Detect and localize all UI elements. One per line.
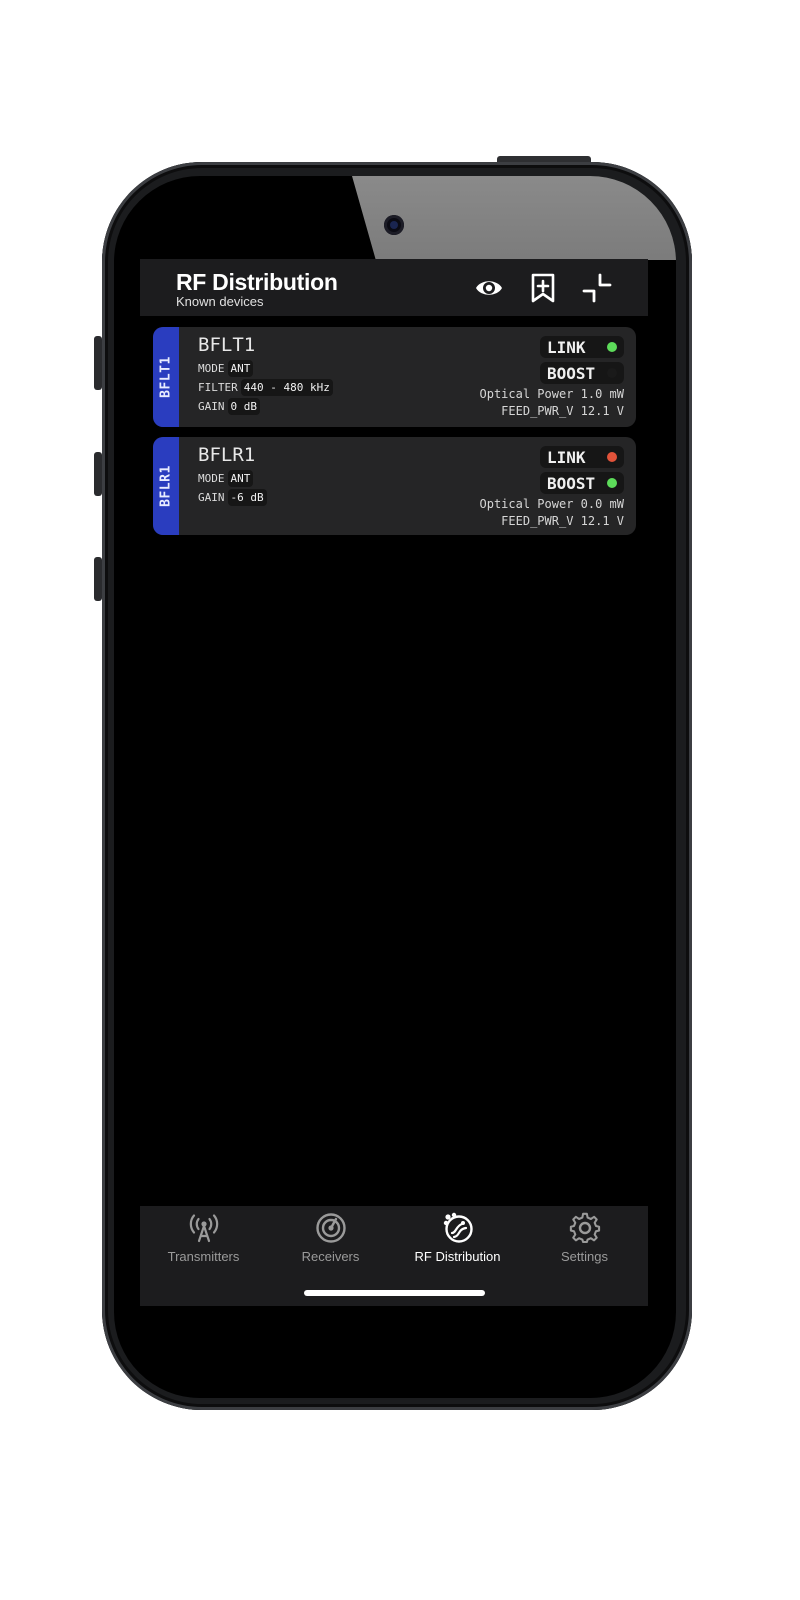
prop-mode: MODE ANT bbox=[198, 360, 254, 377]
prop-mode: MODE ANT bbox=[198, 470, 254, 487]
tab-receivers[interactable]: Receivers bbox=[267, 1212, 394, 1264]
link-label: LINK bbox=[547, 448, 586, 467]
receiver-icon bbox=[315, 1213, 346, 1243]
camera-icon bbox=[384, 215, 404, 235]
prop-filter: FILTER 440 - 480 kHz bbox=[198, 379, 333, 396]
bookmark-add-icon[interactable] bbox=[528, 273, 558, 303]
prop-key: FILTER bbox=[198, 381, 238, 394]
device-tab-label: BFLT1 bbox=[158, 356, 174, 398]
prop-gain: GAIN -6 dB bbox=[198, 489, 267, 506]
rf-distribution-icon bbox=[443, 1212, 473, 1243]
optical-power: Optical Power 1.0 mW bbox=[479, 387, 625, 401]
tab-settings[interactable]: Settings bbox=[521, 1212, 648, 1264]
device-tab: BFLR1 bbox=[153, 437, 179, 535]
link-status-led bbox=[607, 452, 617, 462]
boost-label: BOOST bbox=[547, 364, 596, 383]
home-indicator[interactable] bbox=[304, 1290, 485, 1296]
feed-power-voltage: FEED_PWR_V 12.1 V bbox=[501, 404, 624, 418]
page-subtitle: Known devices bbox=[176, 294, 264, 309]
antenna-icon bbox=[189, 1214, 218, 1243]
link-status-led bbox=[607, 342, 617, 352]
tab-label: Receivers bbox=[301, 1249, 360, 1264]
prop-key: GAIN bbox=[198, 400, 225, 413]
boost-status-led bbox=[607, 368, 617, 378]
device-name: BFLR1 bbox=[198, 444, 256, 466]
prop-key: MODE bbox=[198, 472, 225, 485]
tab-label: Transmitters bbox=[167, 1249, 240, 1264]
prop-gain: GAIN 0 dB bbox=[198, 398, 260, 415]
tab-transmitters[interactable]: Transmitters bbox=[140, 1212, 267, 1264]
volume-down-button bbox=[94, 557, 102, 601]
silent-switch bbox=[94, 336, 102, 390]
device-tab-label: BFLR1 bbox=[158, 465, 174, 507]
app-view: RF Distribution Known devices BFLT1 BFLT… bbox=[140, 259, 648, 1306]
boost-indicator: BOOST bbox=[540, 362, 624, 384]
prop-key: MODE bbox=[198, 362, 225, 375]
device-card-bflt1[interactable]: BFLT1 BFLT1 MODE ANT FILTER 440 - 480 kH… bbox=[153, 327, 636, 427]
bottom-tab-bar: Transmitters Receivers RF Distribution S… bbox=[140, 1206, 648, 1306]
device-tab: BFLT1 bbox=[153, 327, 179, 427]
nav-header: RF Distribution Known devices bbox=[140, 259, 648, 316]
optical-power: Optical Power 0.0 mW bbox=[479, 497, 625, 511]
link-label: LINK bbox=[547, 338, 586, 357]
link-indicator: LINK bbox=[540, 446, 624, 468]
link-indicator: LINK bbox=[540, 336, 624, 358]
device-card-bflr1[interactable]: BFLR1 BFLR1 MODE ANT GAIN -6 dB LINK BOO… bbox=[153, 437, 636, 535]
collapse-icon[interactable] bbox=[582, 273, 612, 303]
prop-value: 440 - 480 kHz bbox=[240, 379, 333, 396]
boost-indicator: BOOST bbox=[540, 472, 624, 494]
tab-label: Settings bbox=[561, 1249, 608, 1264]
volume-up-button bbox=[94, 452, 102, 496]
prop-value: 0 dB bbox=[227, 398, 260, 415]
tab-rf-distribution[interactable]: RF Distribution bbox=[394, 1212, 521, 1264]
tab-label: RF Distribution bbox=[414, 1249, 501, 1264]
prop-key: GAIN bbox=[198, 491, 225, 504]
phone-screen: RF Distribution Known devices BFLT1 BFLT… bbox=[114, 176, 676, 1398]
boost-label: BOOST bbox=[547, 474, 596, 493]
feed-power-voltage: FEED_PWR_V 12.1 V bbox=[501, 514, 624, 528]
gear-icon bbox=[569, 1212, 600, 1244]
device-name: BFLT1 bbox=[198, 334, 256, 356]
page-title: RF Distribution bbox=[176, 269, 338, 295]
prop-value: -6 dB bbox=[227, 489, 267, 506]
eye-icon[interactable] bbox=[474, 273, 504, 303]
prop-value: ANT bbox=[227, 360, 254, 377]
boost-status-led bbox=[607, 478, 617, 488]
prop-value: ANT bbox=[227, 470, 254, 487]
